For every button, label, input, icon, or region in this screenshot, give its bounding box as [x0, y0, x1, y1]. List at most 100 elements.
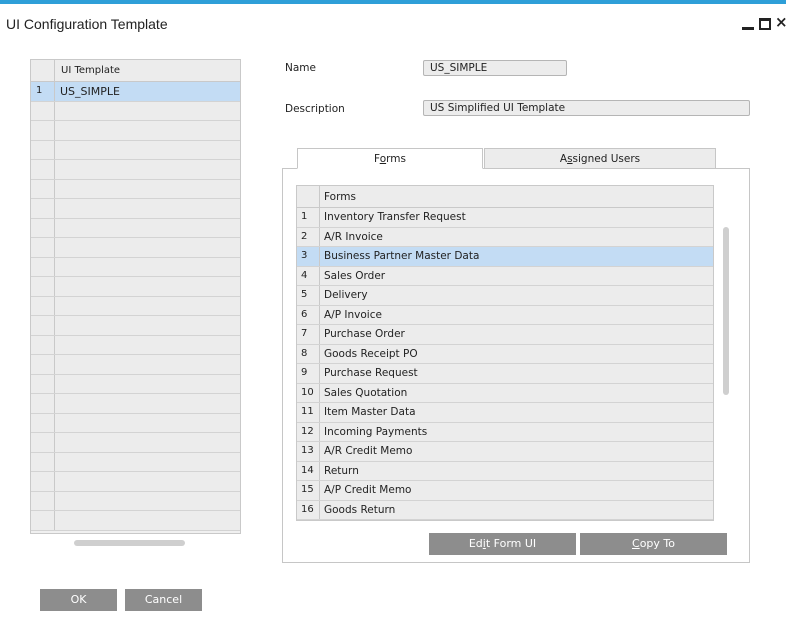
form-name-cell: A/R Credit Memo — [324, 445, 413, 457]
form-row[interactable]: 12 Incoming Payments — [297, 422, 713, 442]
form-name-cell: Purchase Order — [324, 328, 405, 340]
form-name-cell: A/R Invoice — [324, 230, 383, 243]
empty-template-row[interactable] — [31, 316, 240, 336]
form-row[interactable]: 8 Goods Receipt PO — [297, 344, 713, 364]
ui-template-column-header[interactable]: UI Template — [61, 65, 120, 76]
forms-column-header[interactable]: Forms — [324, 191, 356, 203]
row-number — [31, 257, 55, 276]
row-number — [31, 199, 55, 218]
row-number — [31, 179, 55, 198]
empty-template-row[interactable] — [31, 277, 240, 297]
tab-users-label-rest: signed Users — [572, 153, 641, 165]
form-row[interactable]: 4 Sales Order — [297, 266, 713, 286]
template-row[interactable]: 1 US_SIMPLE — [31, 82, 240, 102]
row-number — [31, 355, 55, 374]
edit-form-ui-button[interactable]: Edit Form UI — [429, 533, 576, 555]
form-row[interactable]: 15 A/P Credit Memo — [297, 481, 713, 501]
form-row[interactable]: 7 Purchase Order — [297, 325, 713, 345]
cancel-button[interactable]: Cancel — [125, 589, 202, 611]
empty-template-row[interactable] — [31, 433, 240, 453]
empty-template-row[interactable] — [31, 140, 240, 160]
form-row[interactable]: 9 Purchase Request — [297, 364, 713, 384]
window-title: UI Configuration Template — [6, 16, 168, 32]
vertical-scrollbar[interactable] — [723, 227, 729, 395]
form-name-cell: Goods Return — [324, 503, 396, 516]
empty-template-row[interactable] — [31, 218, 240, 238]
row-number — [31, 374, 55, 393]
row-number-header — [31, 60, 55, 81]
description-label: Description — [285, 103, 345, 115]
empty-template-row[interactable] — [31, 374, 240, 394]
form-name-cell: Inventory Transfer Request — [324, 211, 466, 223]
minimize-icon[interactable] — [741, 15, 755, 31]
row-number — [31, 277, 55, 296]
empty-template-row[interactable] — [31, 121, 240, 141]
form-row[interactable]: 11 Item Master Data — [297, 403, 713, 423]
form-row[interactable]: 6 A/P Invoice — [297, 305, 713, 325]
form-name-cell: Return — [324, 464, 359, 477]
row-number — [31, 101, 55, 120]
name-label: Name — [285, 62, 316, 74]
empty-template-row[interactable] — [31, 472, 240, 492]
forms-grid[interactable]: Forms 1 Inventory Transfer Request 2 A/R In… — [296, 185, 714, 521]
empty-template-row[interactable] — [31, 199, 240, 219]
form-row[interactable]: 3 Business Partner Master Data — [297, 247, 713, 267]
form-row[interactable]: 5 Delivery — [297, 286, 713, 306]
row-number — [31, 413, 55, 432]
maximize-icon[interactable] — [759, 18, 771, 30]
copy-to-label-rest: opy To — [639, 537, 675, 550]
empty-template-row[interactable] — [31, 491, 240, 511]
row-number: 11 — [297, 403, 320, 422]
row-number: 2 — [297, 227, 320, 246]
ok-button[interactable]: OK — [40, 589, 117, 611]
row-number: 4 — [297, 266, 320, 285]
ui-template-grid[interactable]: UI Template 1 US_SIMPLE — [30, 59, 241, 534]
empty-template-row[interactable] — [31, 238, 240, 258]
form-row[interactable]: 14 Return — [297, 461, 713, 481]
empty-template-row[interactable] — [31, 296, 240, 316]
copy-to-button[interactable]: Copy To — [580, 533, 727, 555]
form-name-cell: Goods Receipt PO — [324, 347, 418, 360]
row-number — [31, 491, 55, 510]
form-row[interactable]: 1 Inventory Transfer Request — [297, 208, 713, 228]
empty-template-row[interactable] — [31, 160, 240, 180]
tab-users-label: A — [559, 153, 568, 165]
edit-form-ui-label: Ed — [468, 537, 483, 550]
row-number — [31, 394, 55, 413]
form-row[interactable]: 13 A/R Credit Memo — [297, 442, 713, 462]
horizontal-scrollbar[interactable] — [74, 540, 185, 546]
empty-template-row[interactable] — [31, 413, 240, 433]
form-row[interactable]: 2 A/R Invoice — [297, 227, 713, 247]
close-icon[interactable]: × — [775, 15, 786, 30]
empty-template-row[interactable] — [31, 257, 240, 277]
tab-forms[interactable]: Forms — [297, 148, 483, 169]
empty-template-row[interactable] — [31, 101, 240, 121]
form-name-cell: Purchase Request — [324, 367, 418, 379]
form-row[interactable]: 16 Goods Return — [297, 500, 713, 520]
name-field[interactable]: US_SIMPLE — [423, 60, 567, 76]
row-number — [31, 433, 55, 452]
title-bar: UI Configuration Template × — [0, 4, 786, 42]
empty-template-row[interactable] — [31, 355, 240, 375]
ui-template-grid-header: UI Template — [31, 60, 240, 82]
row-number: 10 — [297, 383, 320, 402]
form-name-cell: Item Master Data — [324, 406, 416, 418]
empty-template-row[interactable] — [31, 511, 240, 531]
template-name-cell: US_SIMPLE — [60, 85, 120, 98]
form-row[interactable]: 10 Sales Quotation — [297, 383, 713, 403]
form-name-cell: A/P Credit Memo — [324, 484, 412, 496]
row-number: 3 — [297, 247, 320, 266]
row-number — [31, 296, 55, 315]
copy-to-mnemonic: C — [632, 537, 640, 550]
empty-template-row[interactable] — [31, 335, 240, 355]
empty-template-row[interactable] — [31, 394, 240, 414]
row-number: 7 — [297, 325, 320, 344]
description-field[interactable]: US Simplified UI Template — [423, 100, 750, 116]
empty-template-row[interactable] — [31, 452, 240, 472]
row-number — [31, 238, 55, 257]
tab-assigned-users[interactable]: Assigned Users — [484, 148, 716, 169]
row-number — [31, 160, 55, 179]
tab-forms-label-rest: rms — [386, 153, 406, 165]
empty-template-row[interactable] — [31, 179, 240, 199]
row-number: 1 — [297, 208, 320, 227]
